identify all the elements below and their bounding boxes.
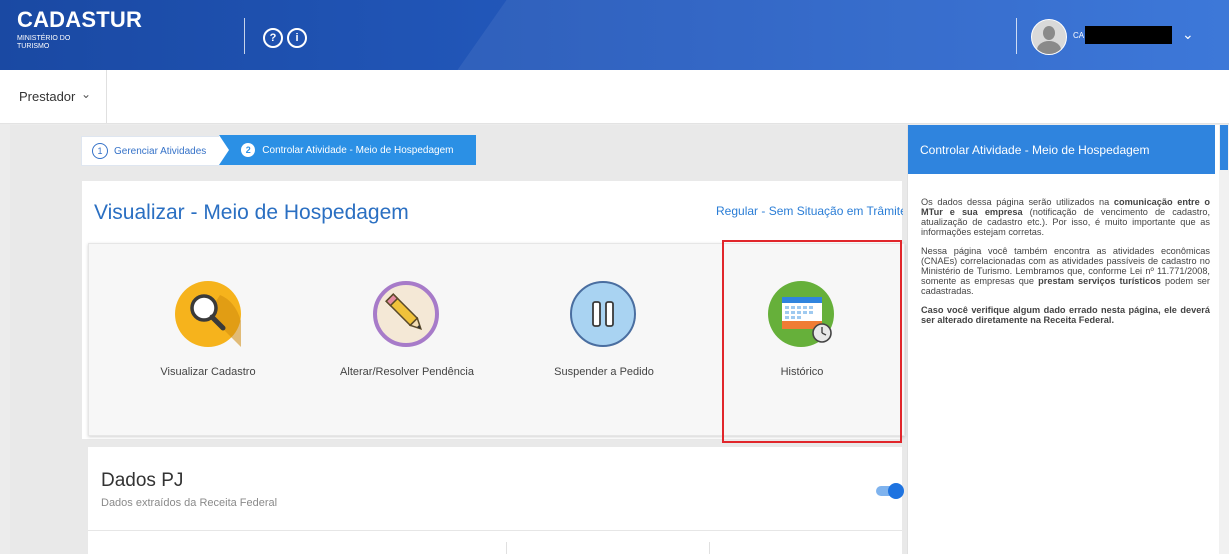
magnifier-icon[interactable] — [175, 281, 241, 347]
brand-name: CADASTUR — [17, 7, 143, 32]
magnifier-icon-graphic — [190, 294, 241, 347]
breadcrumb-step-label: Controlar Atividade - Meio de Hospedagem — [262, 144, 454, 156]
dados-pj-subtitle: Dados extraídos da Receita Federal — [101, 497, 278, 509]
avatar-body — [1037, 41, 1061, 54]
status-link[interactable]: Regular - Sem Situação em Trâmite — [716, 204, 903, 218]
step-number: 1 — [92, 143, 108, 159]
dados-pj-title: Dados PJ — [101, 470, 184, 491]
action-label-alterar[interactable]: Alterar/Resolver Pendência — [317, 366, 497, 378]
pencil-icon-graphic — [385, 293, 423, 331]
help-panel-header: Controlar Atividade - Meio de Hospedagem — [908, 125, 1215, 174]
user-name-prefix[interactable]: CA — [1073, 31, 1084, 40]
pause-icon[interactable] — [570, 281, 636, 347]
pencil-icon[interactable] — [373, 281, 439, 347]
help-circle-icon[interactable]: ? — [263, 28, 283, 48]
help-panel-body: Os dados dessa página serão utilizados n… — [921, 197, 1210, 334]
top-bar: CADASTUR MINISTÉRIO DO TURISMO ? i CA ⌄ — [0, 0, 1229, 70]
profile-divider — [106, 70, 107, 123]
breadcrumb-step-2[interactable]: 2 Controlar Atividade - Meio de Hospedag… — [219, 135, 476, 165]
help-panel-title: Controlar Atividade - Meio de Hospedagem — [920, 143, 1150, 157]
header-divider — [244, 18, 245, 54]
header-divider — [1016, 18, 1017, 54]
page-title: Visualizar - Meio de Hospedagem — [94, 201, 409, 224]
avatar-head — [1043, 26, 1055, 40]
step-number: 2 — [241, 143, 256, 157]
dados-pj-divider — [88, 530, 902, 531]
help-paragraph-2: Nessa página você também encontra as ati… — [921, 246, 1210, 296]
brand-subtitle: MINISTÉRIO DO TURISMO — [17, 35, 71, 50]
column-divider — [506, 542, 507, 554]
help-paragraph-3: Caso você verifique algum dado errado ne… — [921, 305, 1210, 325]
scrollbar-thumb[interactable] — [1220, 125, 1228, 170]
redacted-user-name — [1085, 26, 1172, 44]
highlight-box — [722, 240, 902, 443]
help-paragraph-1: Os dados dessa página serão utilizados n… — [921, 197, 1210, 237]
profile-bar: Prestador ⌄ — [0, 70, 1229, 124]
user-avatar-icon[interactable] — [1031, 19, 1067, 55]
help-scrollbar[interactable] — [1219, 125, 1229, 554]
role-selector[interactable]: Prestador — [19, 89, 75, 104]
action-label-visualizar[interactable]: Visualizar Cadastro — [118, 366, 298, 378]
help-panel: Controlar Atividade - Meio de Hospedagem… — [907, 125, 1221, 554]
chevron-down-icon[interactable]: ⌄ — [1182, 26, 1194, 43]
info-circle-icon[interactable]: i — [287, 28, 307, 48]
chevron-down-icon[interactable]: ⌄ — [81, 87, 91, 101]
action-label-suspender[interactable]: Suspender a Pedido — [514, 366, 694, 378]
breadcrumb-step-1[interactable]: 1 Gerenciar Atividades — [81, 136, 221, 166]
pause-icon-graphic — [592, 301, 614, 327]
column-divider — [709, 542, 710, 554]
toggle-knob[interactable] — [888, 483, 904, 499]
breadcrumb-step-label: Gerenciar Atividades — [114, 145, 207, 157]
cadastur-logo[interactable]: CADASTUR MINISTÉRIO DO TURISMO — [17, 8, 142, 51]
breadcrumb: 1 Gerenciar Atividades 2 Controlar Ativi… — [81, 135, 476, 166]
